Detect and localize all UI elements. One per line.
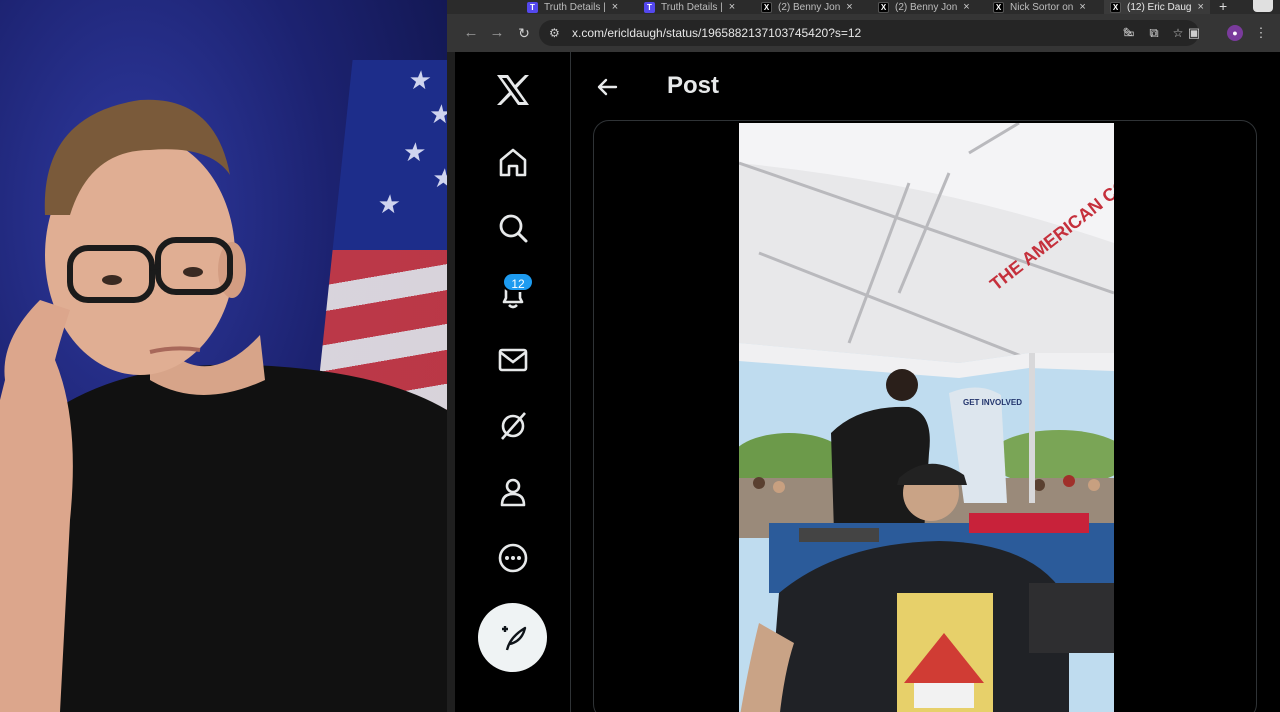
- presenter-person: [0, 99, 447, 712]
- tab-close-icon[interactable]: ×: [1079, 1, 1085, 13]
- tab-close-icon[interactable]: ×: [963, 1, 969, 13]
- back-arrow-icon[interactable]: ←: [462, 24, 480, 42]
- x-favicon-icon: X: [878, 1, 889, 13]
- mail-icon[interactable]: [493, 340, 533, 380]
- truth-favicon-icon: T: [644, 1, 655, 13]
- tab-close-icon[interactable]: ×: [846, 1, 852, 13]
- browser-menu-icon[interactable]: ⋮: [1253, 25, 1269, 41]
- window-control[interactable]: [1253, 0, 1273, 12]
- tab-close-icon[interactable]: ×: [1197, 1, 1203, 13]
- x-page: 12 Post GET INVOLVED: [455, 52, 1280, 712]
- new-tab-button[interactable]: +: [1219, 0, 1227, 14]
- grok-icon[interactable]: [493, 406, 533, 446]
- tab-close-icon[interactable]: ×: [612, 1, 618, 13]
- profile-avatar-icon[interactable]: ●: [1227, 25, 1243, 41]
- browser-tab[interactable]: T Truth Details | ×: [644, 0, 749, 14]
- extension-icon[interactable]: ✎: [1120, 25, 1136, 41]
- more-icon[interactable]: [493, 538, 533, 578]
- x-logo-icon[interactable]: [493, 70, 533, 110]
- truth-favicon-icon: T: [527, 1, 538, 13]
- page-title: Post: [667, 72, 720, 99]
- x-favicon-icon: X: [1110, 1, 1121, 13]
- url-text: x.com/ericldaugh/status/1965882137103745…: [572, 26, 862, 40]
- browser-tab[interactable]: X (2) Benny Jon ×: [761, 0, 866, 14]
- post-header: Post: [572, 52, 1280, 122]
- browser-tab-active[interactable]: X (12) Eric Daug ×: [1104, 0, 1210, 14]
- post-media-container: THE AMERICAN COMEBACK GET INVOLVED: [593, 120, 1257, 712]
- forward-arrow-icon[interactable]: →: [488, 24, 506, 42]
- banner-text: GET INVOLVED: [963, 398, 1022, 407]
- reload-icon[interactable]: ↻: [515, 24, 533, 42]
- browser-tab[interactable]: X (2) Benny Jon ×: [878, 0, 983, 14]
- browser-tab[interactable]: T Truth Details | ×: [527, 0, 632, 14]
- back-arrow-icon[interactable]: [596, 76, 618, 98]
- x-favicon-icon: X: [993, 1, 1004, 13]
- extensions-puzzle-icon[interactable]: ⧉: [1146, 25, 1162, 41]
- site-settings-icon[interactable]: ⚙: [549, 26, 563, 40]
- bookmark-star-icon[interactable]: ☆: [1171, 26, 1185, 40]
- x-favicon-icon: X: [761, 1, 772, 13]
- x-sidebar: 12: [455, 52, 571, 712]
- side-panel-icon[interactable]: ▣: [1186, 25, 1202, 41]
- browser-toolbar: ← → ↻ ⚙ x.com/ericldaugh/status/19658821…: [447, 14, 1280, 52]
- home-icon[interactable]: [493, 142, 533, 182]
- browser-window: T Truth Details | × T Truth Details | × …: [447, 0, 1280, 712]
- tab-close-icon[interactable]: ×: [729, 1, 735, 13]
- notifications-badge: 12: [502, 272, 534, 292]
- address-bar[interactable]: ⚙ x.com/ericldaugh/status/19658821371037…: [539, 20, 1199, 46]
- profile-icon[interactable]: [493, 472, 533, 512]
- webcam-video-panel: ★ ★ ★ ★ ★: [0, 0, 447, 712]
- feather-plus-icon: [501, 625, 526, 650]
- tab-strip: T Truth Details | × T Truth Details | × …: [447, 0, 1280, 14]
- compose-post-button[interactable]: [478, 603, 547, 672]
- post-video[interactable]: THE AMERICAN COMEBACK GET INVOLVED: [739, 123, 1114, 712]
- browser-tab[interactable]: X Nick Sortor on ×: [993, 0, 1098, 14]
- search-icon[interactable]: [493, 208, 533, 248]
